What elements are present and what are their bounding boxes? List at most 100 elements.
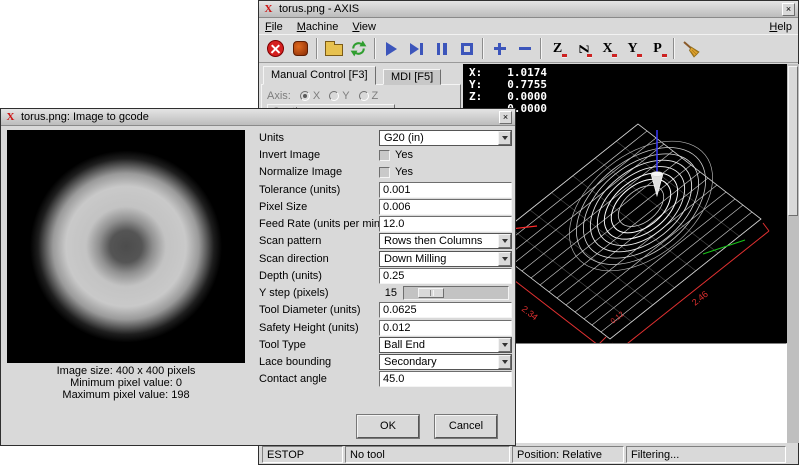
feed-rate-input[interactable] [379, 216, 512, 232]
menu-machine[interactable]: Machine [297, 21, 339, 33]
toolbar-separator [316, 38, 318, 59]
view-rotated-top-icon: Z [576, 44, 590, 53]
view-front-button[interactable]: X [595, 36, 620, 61]
view-side-button[interactable]: Y [620, 36, 645, 61]
ok-button[interactable]: OK [357, 415, 419, 438]
cancel-button[interactable]: Cancel [435, 415, 497, 438]
image-to-gcode-dialog: X torus.png: Image to gcode × Image size… [0, 108, 516, 446]
dialog-close-button[interactable]: × [499, 111, 512, 124]
image-preview [7, 130, 245, 363]
tool-type-select[interactable]: Ball End [379, 337, 512, 353]
tool-diameter-input[interactable] [379, 302, 512, 318]
contact-angle-input[interactable] [379, 371, 512, 387]
clear-plot-button[interactable] [678, 36, 703, 61]
chevron-down-icon [498, 355, 511, 369]
axis-radio-y[interactable]: Y [329, 90, 349, 102]
chevron-down-icon [498, 131, 511, 145]
lace-bounding-label: Lace bounding [259, 354, 331, 370]
normalize-image-checkbox[interactable]: Yes [379, 164, 512, 180]
depth-input[interactable] [379, 268, 512, 284]
axis-radio-z[interactable]: Z [359, 90, 379, 102]
scan-pattern-value: Rows then Columns [384, 235, 482, 247]
radio-icon [329, 91, 339, 101]
tool-type-label: Tool Type [259, 337, 306, 353]
invert-image-label: Invert Image [259, 147, 320, 163]
magnet-icon [612, 54, 617, 58]
normalize-image-label: Normalize Image [259, 164, 342, 180]
status-tool: No tool [345, 446, 510, 463]
status-position: Position: Relative Actual [512, 446, 624, 463]
tab-manual-control[interactable]: Manual Control [F3] [263, 66, 376, 85]
view-perspective-button[interactable]: P [645, 36, 670, 61]
status-filtering: Filtering... [626, 446, 786, 463]
zoom-out-button[interactable] [512, 36, 537, 61]
units-select[interactable]: G20 (in) [379, 130, 512, 146]
pixel-size-input[interactable] [379, 199, 512, 215]
axis-radio-x[interactable]: X [300, 90, 320, 102]
machine-power-button[interactable] [288, 36, 313, 61]
menu-help[interactable]: Help [769, 21, 792, 33]
stop-icon [461, 43, 473, 55]
image-size-text: Image size: 400 x 400 pixels [7, 365, 245, 377]
zoom-in-icon [494, 43, 506, 55]
dialog-title: torus.png: Image to gcode [21, 111, 495, 123]
toolbar-separator [673, 38, 675, 59]
units-value: G20 (in) [384, 132, 424, 144]
y-step-slider-row: 15 [379, 285, 512, 301]
scrollbar-thumb[interactable] [788, 66, 798, 216]
step-icon [410, 43, 419, 55]
zoom-in-button[interactable] [487, 36, 512, 61]
open-file-button[interactable] [321, 36, 346, 61]
menu-file[interactable]: File [265, 21, 283, 33]
toolbar-separator [482, 38, 484, 59]
toolbar-separator [374, 38, 376, 59]
axis-radio-y-label: Y [342, 90, 349, 102]
view-rotated-top-button[interactable]: Z [570, 36, 595, 61]
axis-label: Axis: [267, 90, 291, 102]
menu-view[interactable]: View [352, 21, 376, 33]
safety-height-label: Safety Height (units) [259, 320, 359, 336]
scan-direction-select[interactable]: Down Milling [379, 251, 512, 267]
pause-button[interactable] [429, 36, 454, 61]
estop-button[interactable] [263, 36, 288, 61]
lace-bounding-select[interactable]: Secondary [379, 354, 512, 370]
vertical-scrollbar[interactable] [787, 64, 799, 443]
safety-height-input[interactable] [379, 320, 512, 336]
y-step-label: Y step (pixels) [259, 285, 329, 301]
tolerance-input[interactable] [379, 182, 512, 198]
axis-titlebar[interactable]: X torus.png - AXIS × [259, 1, 798, 18]
y-step-slider[interactable] [403, 286, 509, 300]
radio-icon [359, 91, 369, 101]
run-button[interactable] [379, 36, 404, 61]
tolerance-label: Tolerance (units) [259, 182, 340, 198]
axis-radio-x-label: X [313, 90, 320, 102]
radio-icon [300, 91, 310, 101]
view-top-button[interactable]: Z [545, 36, 570, 61]
slider-thumb[interactable] [418, 288, 444, 298]
invert-image-checkbox[interactable]: Yes [379, 147, 512, 163]
run-icon [386, 42, 397, 56]
status-estop: ESTOP [262, 446, 343, 463]
axis-radio-z-label: Z [372, 90, 379, 102]
axis-app-icon: X [262, 3, 275, 16]
dialog-app-icon: X [4, 111, 17, 124]
power-icon [293, 41, 308, 56]
step-button[interactable] [404, 36, 429, 61]
chevron-down-icon [498, 252, 511, 266]
reload-button[interactable] [346, 36, 371, 61]
magnet-icon [637, 54, 642, 58]
dialog-titlebar[interactable]: X torus.png: Image to gcode × [1, 109, 515, 126]
pixel-size-label: Pixel Size [259, 199, 307, 215]
stop-button[interactable] [454, 36, 479, 61]
image-min-value-text: Minimum pixel value: 0 [7, 377, 245, 389]
pause-icon [437, 43, 441, 55]
tool-diameter-label: Tool Diameter (units) [259, 302, 360, 318]
normalize-image-yes-label: Yes [395, 166, 413, 178]
view-perspective-icon: P [653, 42, 662, 56]
axis-close-button[interactable]: × [782, 3, 795, 16]
scan-pattern-select[interactable]: Rows then Columns [379, 233, 512, 249]
axis-statusbar: ESTOP No tool Position: Relative Actual … [259, 445, 798, 464]
image-info: Image size: 400 x 400 pixels Minimum pix… [7, 365, 245, 401]
tab-mdi[interactable]: MDI [F5] [383, 69, 441, 85]
y-step-value: 15 [379, 287, 397, 299]
